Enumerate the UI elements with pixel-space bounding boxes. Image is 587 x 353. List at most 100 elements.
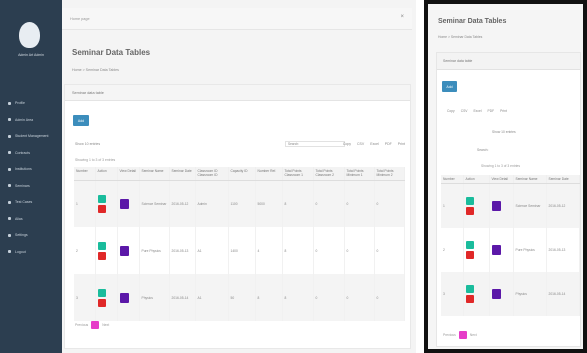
- mobile-column-header[interactable]: View Detail: [489, 175, 514, 185]
- mobile-export-button[interactable]: Excel: [473, 109, 481, 113]
- add-button[interactable]: Add: [73, 115, 89, 126]
- table-cell: A1: [195, 227, 229, 275]
- mobile-breadcrumb[interactable]: Home > Seminar Data Tables: [438, 35, 482, 39]
- mobile-add-button[interactable]: Add: [442, 81, 457, 92]
- table-cell: 0: [344, 227, 375, 275]
- column-header[interactable]: Seminar Name: [139, 167, 170, 181]
- sidebar-item-0[interactable]: Profile: [0, 95, 62, 112]
- sidebar-item-label: Contracts: [15, 150, 30, 155]
- mobile-table-cell: Pure Physics: [513, 227, 547, 272]
- search-input[interactable]: Search:: [285, 141, 345, 147]
- delete-button[interactable]: [97, 205, 106, 214]
- sidebar-item-2[interactable]: Student Management: [0, 128, 62, 145]
- table-cell: 0: [313, 274, 345, 322]
- sidebar-item-label: Test Cases: [15, 200, 33, 205]
- column-header[interactable]: Capacity ID: [228, 167, 256, 181]
- column-header[interactable]: Total Points Classroom 1: [282, 167, 314, 181]
- mobile-column-header[interactable]: Seminar Name: [513, 175, 547, 185]
- next-page[interactable]: Next: [102, 323, 109, 327]
- mobile-detail-button[interactable]: [491, 201, 501, 212]
- mobile-edit-button[interactable]: [465, 240, 474, 249]
- table-cell: 0: [374, 227, 405, 275]
- mobile-column-header[interactable]: Action: [463, 175, 490, 185]
- sidebar-item-1[interactable]: Admin Area: [0, 112, 62, 129]
- column-header[interactable]: Action: [95, 167, 118, 181]
- breadcrumb[interactable]: Home > Seminar Data Tables: [72, 68, 119, 72]
- sidebar: Admin Art Admin Profile Admin Area Student…: [0, 0, 62, 353]
- export-button[interactable]: PDF: [385, 142, 392, 146]
- row-actions: [97, 241, 106, 260]
- mobile-edit-button[interactable]: [465, 197, 474, 206]
- edit-button[interactable]: [97, 195, 106, 204]
- table-cell: A1: [195, 274, 229, 322]
- sidebar-item-8[interactable]: Settings: [0, 227, 62, 244]
- mobile-export-buttons: Copy CSV Excel PDF Print: [447, 109, 507, 113]
- mobile-table-cell: 1: [441, 183, 464, 228]
- export-button[interactable]: CSV: [357, 142, 364, 146]
- mobile-delete-button[interactable]: [465, 207, 474, 216]
- sidebar-item-5[interactable]: Seminars: [0, 178, 62, 195]
- column-header[interactable]: View Detail: [117, 167, 140, 181]
- detail-button[interactable]: [119, 292, 129, 303]
- mobile-table-cell: [463, 183, 490, 228]
- table-cell: 8: [282, 274, 314, 322]
- mobile-export-button[interactable]: PDF: [488, 109, 495, 113]
- close-icon[interactable]: ×: [400, 14, 404, 20]
- check-icon: [8, 200, 11, 204]
- mobile-next-page[interactable]: Next: [470, 333, 477, 337]
- seminar-table: Number Action View Detail Seminar Name Semin…: [74, 167, 405, 322]
- mobile-detail-button[interactable]: [491, 288, 501, 299]
- mobile-column-header[interactable]: Seminar Date: [546, 175, 580, 185]
- edit-button[interactable]: [97, 288, 106, 297]
- mobile-delete-button[interactable]: [465, 250, 474, 259]
- column-header[interactable]: Total Points Minimum 2: [374, 167, 405, 181]
- export-button[interactable]: Excel: [370, 142, 379, 146]
- mobile-export-button[interactable]: CSV: [461, 109, 468, 113]
- table-cell: [117, 227, 140, 275]
- avatar: [19, 22, 40, 48]
- sidebar-item-3[interactable]: Contracts: [0, 145, 62, 162]
- detail-button[interactable]: [119, 199, 129, 210]
- mobile-page-1-button[interactable]: [458, 331, 467, 339]
- sidebar-item-7[interactable]: Alias: [0, 211, 62, 228]
- mobile-detail-button[interactable]: [491, 244, 501, 255]
- export-buttons: Copy CSV Excel PDF Print: [343, 142, 405, 146]
- mobile-entries-select[interactable]: Show 10 entries: [492, 130, 516, 134]
- table-cell: 0: [374, 274, 405, 322]
- delete-button[interactable]: [97, 251, 106, 260]
- sidebar-item-9[interactable]: Logout: [0, 244, 62, 261]
- entries-select[interactable]: Show 10 entries: [75, 142, 100, 146]
- mobile-edit-button[interactable]: [465, 284, 474, 293]
- building-icon: [8, 167, 11, 171]
- mobile-delete-button[interactable]: [465, 294, 474, 303]
- mobile-table-header-row: Number Action View Detail Seminar Name Semin…: [441, 175, 580, 185]
- page-1-button[interactable]: [91, 321, 100, 329]
- delete-button[interactable]: [97, 298, 106, 307]
- detail-button[interactable]: [119, 245, 129, 256]
- edit-button[interactable]: [97, 241, 106, 250]
- column-header[interactable]: Seminar Date: [169, 167, 196, 181]
- column-header[interactable]: Number Ref.: [255, 167, 283, 181]
- mobile-export-button[interactable]: Copy: [447, 109, 455, 113]
- export-button[interactable]: Copy: [343, 142, 351, 146]
- tag-icon: [8, 217, 11, 221]
- mobile-prev-page[interactable]: Previous: [443, 333, 456, 337]
- column-header[interactable]: Total Points Classroom 2: [313, 167, 345, 181]
- export-button[interactable]: Print: [398, 142, 405, 146]
- mobile-view: Seminar Data Tables Home > Seminar Data …: [428, 4, 583, 349]
- pagination: Previous Next: [75, 321, 109, 329]
- sidebar-item-6[interactable]: Test Cases: [0, 194, 62, 211]
- prev-page[interactable]: Previous: [75, 323, 88, 327]
- mobile-view-frame: Seminar Data Tables Home > Seminar Data …: [424, 0, 587, 353]
- table-cell: 0: [344, 180, 375, 228]
- mobile-export-button[interactable]: Print: [500, 109, 507, 113]
- mobile-column-header[interactable]: Number: [441, 175, 464, 185]
- sidebar-item-4[interactable]: Institutions: [0, 161, 62, 178]
- table-cell: 0: [313, 180, 345, 228]
- column-header[interactable]: Number: [74, 167, 96, 181]
- column-header[interactable]: Classroom ID Classroom ID: [195, 167, 229, 181]
- showing-info: Showing 1 to 3 of 3 entries: [75, 158, 116, 162]
- column-header[interactable]: Total Points Minimum 1: [344, 167, 375, 181]
- table-cell: Science Seminar: [139, 180, 170, 228]
- mobile-search-input[interactable]: Search:: [477, 148, 488, 152]
